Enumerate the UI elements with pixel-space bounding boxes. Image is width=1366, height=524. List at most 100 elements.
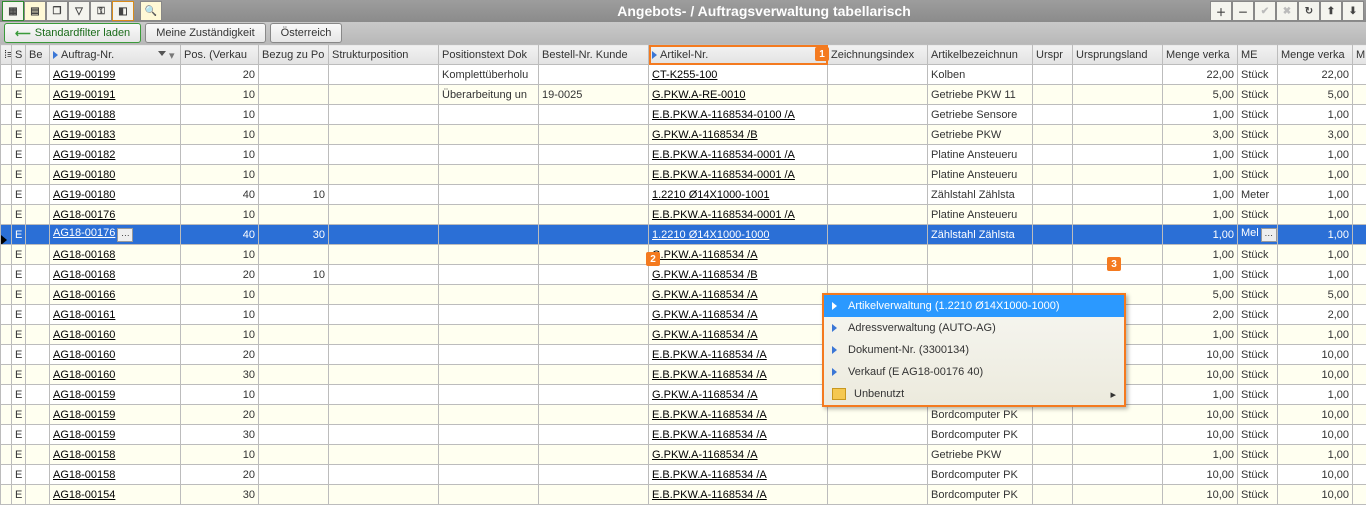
tool-calendar-icon[interactable]: ▤ (24, 1, 46, 21)
cell-auftrag[interactable]: AG18-00176 (50, 205, 181, 225)
cell-auftrag[interactable]: AG18-00161 (50, 305, 181, 325)
ctx-adressverwaltung[interactable]: Adressverwaltung (AUTO-AG) (824, 317, 1124, 339)
cell-auftrag[interactable]: AG18-00168 (50, 245, 181, 265)
cell-auftrag[interactable]: AG18-00176… (50, 225, 181, 245)
cell-auftrag[interactable]: AG19-00188 (50, 105, 181, 125)
cell-artikel[interactable]: E.B.PKW.A-1168534 /A (649, 425, 828, 445)
table-row[interactable]: EAG18-0016810G.PKW.A-1168534 /A1,00Stück… (1, 245, 1366, 265)
col-last[interactable]: M (1353, 45, 1366, 65)
cell-artikel[interactable]: E.B.PKW.A-1168534-0001 /A (649, 165, 828, 185)
col-struktur[interactable]: Strukturposition (329, 45, 439, 65)
cell-artikel[interactable]: G.PKW.A-1168534 /B (649, 265, 828, 285)
cell-auftrag[interactable]: AG18-00158 (50, 465, 181, 485)
cell-auftrag[interactable]: AG18-00160 (50, 345, 181, 365)
tool-grid-icon[interactable]: ▦ (2, 1, 24, 21)
table-row[interactable]: EAG19-0019920KomplettüberholuCT-K255-100… (1, 65, 1366, 85)
cell-artikel[interactable]: G.PKW.A-1168534 /A (649, 245, 828, 265)
cell-auftrag[interactable]: AG19-00183 (50, 125, 181, 145)
table-row[interactable]: EAG18-0016610G.PKW.A-1168534 /A5,00Stück… (1, 285, 1366, 305)
table-row[interactable]: EAG19-0018010E.B.PKW.A-1168534-0001 /APl… (1, 165, 1366, 185)
cell-artikel[interactable]: E.B.PKW.A-1168534 /A (649, 465, 828, 485)
tool-cancel-icon[interactable]: ✖ (1276, 1, 1298, 21)
tool-zoom-icon[interactable]: 🔍 (140, 1, 162, 21)
cell-auftrag[interactable]: AG19-00180 (50, 185, 181, 205)
table-row[interactable]: EAG18-0016020E.B.PKW.A-1168534 /ABordcom… (1, 345, 1366, 365)
ellipsis-button[interactable]: … (1261, 228, 1277, 242)
col-s[interactable]: S (12, 45, 26, 65)
col-pos[interactable]: Pos. (Verkau (181, 45, 259, 65)
table-row[interactable]: EAG18-0016010G.PKW.A-1168534 /A1,00Stück… (1, 325, 1366, 345)
cell-artikel[interactable]: E.B.PKW.A-1168534-0100 /A (649, 105, 828, 125)
cell-artikel[interactable]: G.PKW.A-1168534 /A (649, 325, 828, 345)
cell-auftrag[interactable]: AG18-00159 (50, 405, 181, 425)
cell-artikel[interactable]: G.PKW.A-1168534 /A (649, 305, 828, 325)
cell-artikel[interactable]: E.B.PKW.A-1168534 /A (649, 485, 828, 505)
cell-auftrag[interactable]: AG18-00166 (50, 285, 181, 305)
table-row[interactable]: EAG18-0016030E.B.PKW.A-1168534 /ABordcom… (1, 365, 1366, 385)
table-row[interactable]: EAG19-0019110Überarbeitung un19-0025G.PK… (1, 85, 1366, 105)
cell-artikel[interactable]: E.B.PKW.A-1168534 /A (649, 405, 828, 425)
col-me[interactable]: ME (1238, 45, 1278, 65)
cell-artikel[interactable]: G.PKW.A-1168534 /A (649, 285, 828, 305)
cell-auftrag[interactable]: AG18-00160 (50, 325, 181, 345)
col-artikel[interactable]: Artikel-Nr. (649, 45, 828, 65)
cell-artikel[interactable]: 1.2210 Ø14X1000-1000 (649, 225, 828, 245)
cell-auftrag[interactable]: AG19-00182 (50, 145, 181, 165)
cell-artikel[interactable]: G.PKW.A-1168534 /A (649, 445, 828, 465)
table-row[interactable]: EAG19-0018810E.B.PKW.A-1168534-0100 /AGe… (1, 105, 1366, 125)
table-row[interactable]: EAG19-0018040101.2210 Ø14X1000-1001Zähls… (1, 185, 1366, 205)
filter-standard-button[interactable]: ⟵Standardfilter laden (4, 23, 141, 43)
tool-remove-icon[interactable]: － (1232, 1, 1254, 21)
filter-at-button[interactable]: Österreich (270, 23, 343, 43)
tool-save-icon[interactable]: ⬇ (1342, 1, 1364, 21)
cell-artikel[interactable]: G.PKW.A-1168534 /A (649, 385, 828, 405)
cell-artikel[interactable]: 1.2210 Ø14X1000-1001 (649, 185, 828, 205)
table-row[interactable]: EAG19-0018310G.PKW.A-1168534 /BGetriebe … (1, 125, 1366, 145)
col-marker[interactable]: ⁞≡ (1, 45, 12, 65)
table-row[interactable]: EAG18-001682010G.PKW.A-1168534 /B1,00Stü… (1, 265, 1366, 285)
tool-export-icon[interactable]: ⬆ (1320, 1, 1342, 21)
ctx-verkauf[interactable]: Verkauf (E AG18-00176 40) (824, 361, 1124, 383)
table-row[interactable]: EAG18-0016110G.PKW.A-1168534 /A2,00Stück… (1, 305, 1366, 325)
col-bezug[interactable]: Bezug zu Po (259, 45, 329, 65)
col-bestell[interactable]: Bestell-Nr. Kunde (539, 45, 649, 65)
cell-artikel[interactable]: E.B.PKW.A-1168534 /A (649, 345, 828, 365)
cell-auftrag[interactable]: AG18-00168 (50, 265, 181, 285)
col-postext[interactable]: Positionstext Dok (439, 45, 539, 65)
tool-confirm-icon[interactable]: ✔ (1254, 1, 1276, 21)
table-row[interactable]: EAG18-0015910G.PKW.A-1168534 /AGetriebe … (1, 385, 1366, 405)
cell-auftrag[interactable]: AG18-00159 (50, 425, 181, 445)
cell-auftrag[interactable]: AG18-00154 (50, 485, 181, 505)
cell-artikel[interactable]: G.PKW.A-RE-0010 (649, 85, 828, 105)
col-menge1[interactable]: Menge verka (1163, 45, 1238, 65)
col-auftrag[interactable]: Auftrag-Nr.▾ (50, 45, 181, 65)
table-row[interactable]: EAG18-0017610E.B.PKW.A-1168534-0001 /APl… (1, 205, 1366, 225)
col-be[interactable]: Be (26, 45, 50, 65)
table-row[interactable]: EAG18-0015430E.B.PKW.A-1168534 /ABordcom… (1, 485, 1366, 505)
tool-add-icon[interactable]: ＋ (1210, 1, 1232, 21)
cell-auftrag[interactable]: AG18-00158 (50, 445, 181, 465)
ellipsis-button[interactable]: … (117, 228, 133, 242)
filter-icon[interactable]: ▾ (169, 49, 177, 59)
tool-key-icon[interactable]: ⚿ (90, 1, 112, 21)
cell-auftrag[interactable]: AG19-00180 (50, 165, 181, 185)
col-urspr[interactable]: Urspr (1033, 45, 1073, 65)
table-row[interactable]: EAG18-0015920E.B.PKW.A-1168534 /ABordcom… (1, 405, 1366, 425)
cell-auftrag[interactable]: AG18-00159 (50, 385, 181, 405)
col-zeich[interactable]: Zeichnungsindex (828, 45, 928, 65)
table-row[interactable]: EAG18-0015810G.PKW.A-1168534 /AGetriebe … (1, 445, 1366, 465)
cell-auftrag[interactable]: AG19-00191 (50, 85, 181, 105)
col-ursprland[interactable]: Ursprungsland (1073, 45, 1163, 65)
table-row[interactable]: EAG18-0015820E.B.PKW.A-1168534 /ABordcom… (1, 465, 1366, 485)
cell-artikel[interactable]: E.B.PKW.A-1168534 /A (649, 365, 828, 385)
tool-box-icon[interactable]: ◧ (112, 1, 134, 21)
table-row[interactable]: EAG18-00176…40301.2210 Ø14X1000-1000Zähl… (1, 225, 1366, 245)
cell-auftrag[interactable]: AG18-00160 (50, 365, 181, 385)
table-row[interactable]: EAG19-0018210E.B.PKW.A-1168534-0001 /APl… (1, 145, 1366, 165)
col-artbez[interactable]: Artikelbezeichnun (928, 45, 1033, 65)
cell-auftrag[interactable]: AG19-00199 (50, 65, 181, 85)
cell-artikel[interactable]: E.B.PKW.A-1168534-0001 /A (649, 145, 828, 165)
filter-mine-button[interactable]: Meine Zuständigkeit (145, 23, 265, 43)
tool-reload-icon[interactable]: ↻ (1298, 1, 1320, 21)
tool-windows-icon[interactable]: ❐ (46, 1, 68, 21)
